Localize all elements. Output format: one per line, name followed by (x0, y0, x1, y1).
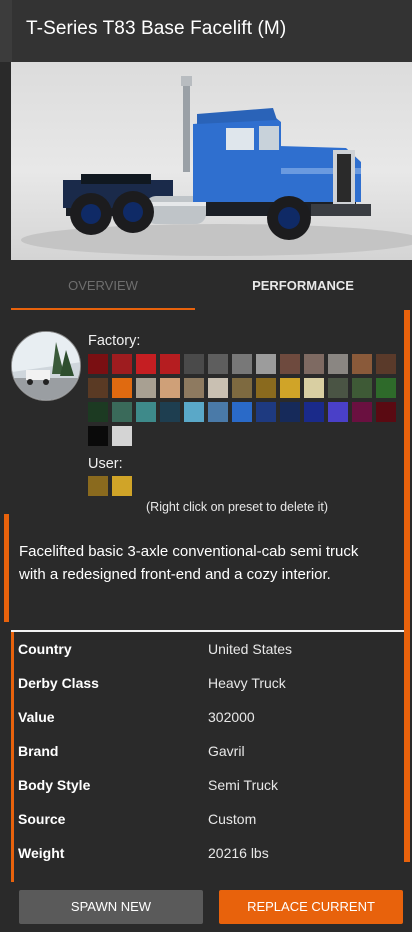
scrollbar-thumb[interactable] (404, 310, 410, 862)
factory-paint-swatch[interactable] (112, 354, 132, 374)
factory-paint-swatch[interactable] (304, 402, 324, 422)
spec-row: Value 302000 (0, 709, 404, 743)
factory-paint-swatch[interactable] (112, 426, 132, 446)
factory-paint-swatch[interactable] (88, 426, 108, 446)
factory-paint-swatch[interactable] (160, 402, 180, 422)
factory-paint-swatch[interactable] (160, 378, 180, 398)
spec-row: Weight 20216 lbs (0, 845, 404, 879)
spec-key: Brand (18, 743, 59, 759)
spec-row: Derby Class Heavy Truck (0, 675, 404, 709)
factory-paint-swatch[interactable] (232, 378, 252, 398)
spec-key: Country (18, 641, 72, 657)
title-bar: T-Series T83 Base Facelift (M) (0, 0, 412, 62)
spec-value: United States (208, 641, 293, 657)
spec-key: Derby Class (18, 675, 99, 691)
spec-row: Body Style Semi Truck (0, 777, 404, 811)
factory-paint-swatch[interactable] (328, 354, 348, 374)
factory-paint-swatch[interactable] (352, 402, 372, 422)
factory-paint-swatch[interactable] (376, 402, 396, 422)
spec-row: Country United States (0, 641, 404, 675)
factory-paint-swatch[interactable] (88, 378, 108, 398)
replace-current-button[interactable]: REPLACE CURRENT (219, 890, 403, 924)
factory-paint-swatch[interactable] (280, 378, 300, 398)
factory-paint-swatch[interactable] (208, 378, 228, 398)
paint-preview-icon (12, 332, 80, 400)
factory-paint-swatch[interactable] (328, 378, 348, 398)
factory-paint-swatch[interactable] (304, 378, 324, 398)
spec-key: Value (18, 709, 55, 725)
factory-paint-swatch[interactable] (280, 402, 300, 422)
spec-key: Source (18, 811, 66, 827)
spec-row: Brand Gavril (0, 743, 404, 777)
factory-paint-swatch[interactable] (376, 354, 396, 374)
tab-performance[interactable]: PERFORMANCE (205, 260, 401, 310)
factory-paint-swatch[interactable] (208, 354, 228, 374)
vehicle-title: T-Series T83 Base Facelift (M) (26, 18, 287, 39)
factory-paint-swatch[interactable] (328, 402, 348, 422)
tab-bar: OVERVIEW PERFORMANCE (0, 260, 412, 310)
vehicle-preview-image (11, 62, 412, 260)
spec-value: 302000 (208, 709, 255, 725)
description-accent-bar (4, 514, 9, 622)
user-paint-swatch[interactable] (88, 476, 108, 496)
user-paints-label: User: (88, 456, 123, 472)
factory-paint-swatch[interactable] (112, 378, 132, 398)
truck-illustration (21, 76, 412, 256)
spec-value: Custom (208, 811, 257, 827)
factory-paint-swatch[interactable] (256, 402, 276, 422)
factory-paint-swatch[interactable] (256, 378, 276, 398)
spawn-new-button[interactable]: SPAWN NEW (19, 890, 203, 924)
factory-paint-swatch[interactable] (304, 354, 324, 374)
factory-paint-swatch[interactable] (184, 354, 204, 374)
factory-paint-swatch[interactable] (256, 354, 276, 374)
factory-paint-swatch[interactable] (88, 354, 108, 374)
spec-value: Heavy Truck (208, 675, 286, 691)
vehicle-description: Facelifted basic 3-axle conventional-cab… (19, 543, 359, 583)
factory-paint-swatch[interactable] (232, 354, 252, 374)
factory-paint-swatch[interactable] (184, 402, 204, 422)
delete-preset-hint: (Right click on preset to delete it) (146, 500, 329, 514)
spec-value: Gavril (208, 743, 245, 759)
section-divider (11, 630, 404, 632)
factory-paint-swatch[interactable] (160, 354, 180, 374)
spec-key: Weight (18, 845, 65, 861)
factory-paints-label: Factory: (88, 333, 141, 349)
factory-paint-swatch[interactable] (352, 378, 372, 398)
factory-paint-swatch[interactable] (136, 402, 156, 422)
spec-value: 20216 lbs (208, 845, 269, 861)
spec-value: Semi Truck (208, 777, 279, 793)
factory-paint-swatch[interactable] (208, 402, 228, 422)
factory-paint-swatch[interactable] (136, 378, 156, 398)
factory-paint-swatch[interactable] (352, 354, 372, 374)
factory-paint-swatch[interactable] (88, 402, 108, 422)
paint-preview-thumbnail (11, 331, 81, 401)
spec-key: Body Style (18, 777, 91, 793)
title-accent (0, 0, 12, 62)
tab-overview[interactable]: OVERVIEW (11, 260, 195, 310)
factory-paint-swatch[interactable] (184, 378, 204, 398)
spec-row: Source Custom (0, 811, 404, 845)
user-paint-swatch[interactable] (112, 476, 132, 496)
factory-paint-swatch[interactable] (280, 354, 300, 374)
factory-paint-swatch[interactable] (376, 378, 396, 398)
factory-paint-swatch[interactable] (232, 402, 252, 422)
factory-paint-swatch[interactable] (136, 354, 156, 374)
factory-paint-swatch[interactable] (112, 402, 132, 422)
